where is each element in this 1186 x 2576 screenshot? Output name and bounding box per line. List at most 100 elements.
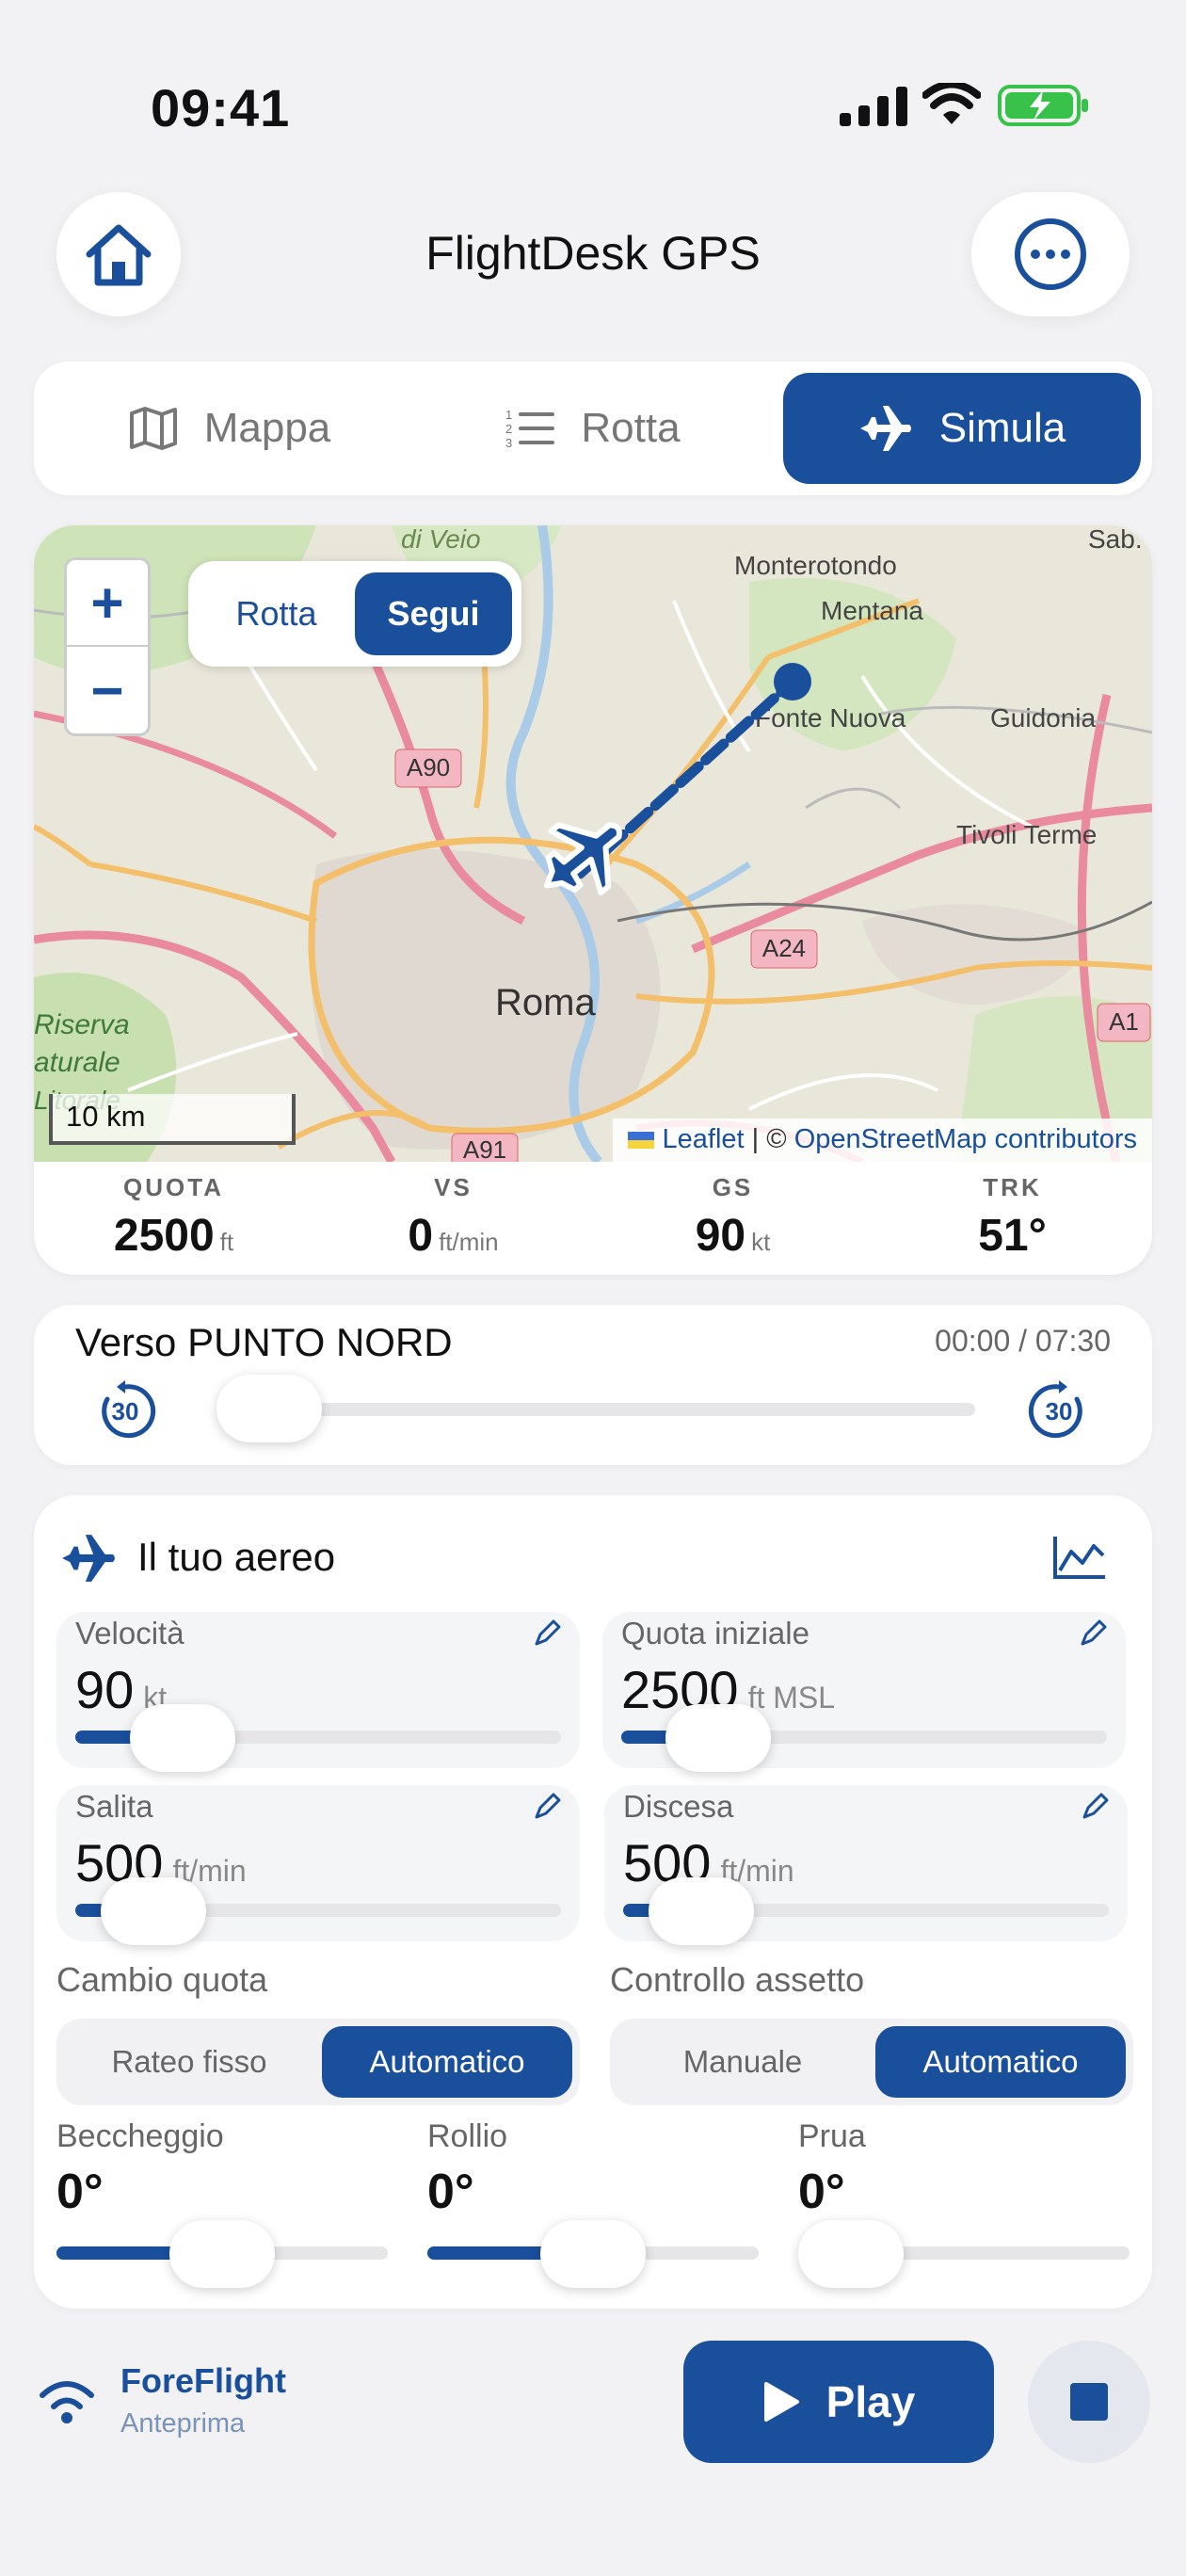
map-mode-route[interactable]: Rotta <box>198 572 355 655</box>
stat-unit: kt <box>751 1228 771 1256</box>
param-knob[interactable] <box>100 1877 206 1945</box>
map-scale: 10 km <box>49 1094 296 1145</box>
line-chart-icon <box>1053 1537 1105 1579</box>
more-icon <box>1015 218 1086 290</box>
pencil-icon <box>1081 1619 1107 1646</box>
svg-text:3: 3 <box>505 436 512 449</box>
pencil-icon <box>1082 1793 1109 1819</box>
road-label: A90 <box>407 753 450 781</box>
ukraine-flag-icon <box>628 1132 655 1150</box>
map-mode-follow[interactable]: Segui <box>355 572 512 655</box>
road-label: A24 <box>762 934 806 962</box>
stat-value: 0 <box>408 1211 434 1261</box>
attitude-knob[interactable] <box>169 2220 275 2288</box>
road-label: A1 <box>1109 1007 1139 1036</box>
edit-altitude-button[interactable] <box>1079 1619 1107 1652</box>
stat-altitude: QUOTA 2500 ft <box>34 1173 313 1262</box>
place-label: Riserva <box>34 1009 130 1040</box>
tab-route[interactable]: 123 Rotta <box>429 373 757 484</box>
option-automatic[interactable]: Automatico <box>875 2026 1126 2098</box>
svg-text:2: 2 <box>505 422 512 436</box>
tab-simulate-label: Simula <box>938 405 1066 451</box>
numbered-list-icon: 123 <box>505 408 555 449</box>
output-name: ForeFlight <box>120 2361 286 2400</box>
param-knob[interactable] <box>665 1704 772 1772</box>
param-descent: Discesa 500 ft/min <box>604 1785 1128 1945</box>
battery-icon <box>998 85 1090 131</box>
param-speed: Velocità 90 kt <box>56 1612 580 1772</box>
tab-simulate[interactable]: Simula <box>783 373 1141 484</box>
attitude-control-label: Controllo assetto <box>610 1960 865 1999</box>
more-button[interactable] <box>971 192 1130 316</box>
map-attribution: Leaflet | © OpenStreetMap contributors <box>613 1119 1152 1162</box>
wifi-icon <box>922 80 982 131</box>
edit-descent-button[interactable] <box>1081 1793 1109 1826</box>
attitude-label: Prua <box>798 2118 866 2154</box>
attitude-label: Rollio <box>427 2118 508 2154</box>
param-initial-altitude: Quota iniziale 2500 ft MSL <box>602 1612 1126 1772</box>
play-icon <box>763 2382 799 2422</box>
skip-back-button[interactable]: 30 <box>94 1380 156 1442</box>
leaflet-link[interactable]: Leaflet <box>663 1124 745 1154</box>
pencil-icon <box>535 1619 561 1646</box>
place-label: di Veio <box>401 525 481 554</box>
pencil-icon <box>535 1793 561 1819</box>
stop-button[interactable] <box>1028 2341 1150 2463</box>
place-label: Roma <box>495 982 596 1023</box>
play-label: Play <box>825 2377 916 2426</box>
stat-value: 51° <box>978 1211 1047 1261</box>
play-button[interactable]: Play <box>683 2341 994 2463</box>
wifi-icon <box>40 2381 94 2423</box>
stat-track: TRK 51° <box>873 1173 1152 1262</box>
attitude-knob[interactable] <box>540 2220 646 2288</box>
skip-back-label: 30 <box>111 1397 139 1425</box>
tab-map-label: Mappa <box>203 405 331 451</box>
skip-forward-button[interactable]: 30 <box>1028 1380 1090 1442</box>
airplane-icon <box>62 1535 115 1582</box>
map-view[interactable]: A90 A24 A1 A91 di Veio Monterotondo Ment… <box>34 525 1152 1162</box>
edit-speed-button[interactable] <box>533 1619 561 1652</box>
progress-knob[interactable] <box>216 1375 322 1442</box>
elapsed-time: 00:00 / 07:30 <box>935 1324 1111 1358</box>
tab-map[interactable]: Mappa <box>72 373 388 484</box>
param-label: Quota iniziale <box>621 1616 809 1650</box>
zoom-in-button[interactable]: + <box>67 560 148 647</box>
aircraft-card: Il tuo aereo Velocità 90 kt Quota inizial… <box>34 1495 1152 2309</box>
stat-unit: ft/min <box>439 1228 499 1256</box>
leg-title: Verso PUNTO NORD <box>75 1320 453 1364</box>
osm-link[interactable]: OpenStreetMap contributors <box>794 1124 1137 1154</box>
param-climb: Salita 500 ft/min <box>56 1785 580 1945</box>
param-unit: ft MSL <box>747 1681 836 1715</box>
signal-icon <box>840 87 907 131</box>
param-label: Salita <box>75 1789 153 1824</box>
zoom-out-button[interactable]: − <box>67 647 148 733</box>
option-manual[interactable]: Manuale <box>617 2026 868 2098</box>
stat-label: GS <box>712 1173 754 1201</box>
attitude-value: 0° <box>798 2165 845 2219</box>
place-label: Fonte Nuova <box>755 703 906 733</box>
stat-unit: ft <box>219 1228 234 1256</box>
stat-value: 2500 <box>113 1211 215 1261</box>
map-icon <box>129 407 177 450</box>
stat-vertical-speed: VS 0 ft/min <box>313 1173 593 1262</box>
progress-track[interactable] <box>216 1403 975 1416</box>
stat-label: VS <box>434 1173 473 1201</box>
option-automatic[interactable]: Automatico <box>322 2026 572 2098</box>
option-fixed-rate[interactable]: Rateo fisso <box>64 2026 314 2098</box>
zoom-control: + − <box>64 557 151 736</box>
map-mode-segment: Rotta Segui <box>188 561 521 667</box>
tab-bar: Mappa 123 Rotta Simula <box>34 362 1152 495</box>
progress-card: Verso PUNTO NORD 00:00 / 07:30 30 30 <box>34 1305 1152 1465</box>
chart-button[interactable] <box>1052 1535 1107 1585</box>
attitude-knob[interactable] <box>798 2220 904 2288</box>
skip-forward-label: 30 <box>1045 1397 1073 1425</box>
place-label: aturale <box>34 1047 120 1078</box>
status-time: 09:41 <box>151 78 291 137</box>
param-knob[interactable] <box>129 1704 235 1772</box>
edit-climb-button[interactable] <box>533 1793 561 1826</box>
place-label: Monterotondo <box>734 551 897 580</box>
stat-value: 90 <box>695 1211 746 1261</box>
place-label: Sab. <box>1088 525 1143 554</box>
road-label: A91 <box>463 1135 506 1162</box>
param-knob[interactable] <box>648 1877 754 1945</box>
